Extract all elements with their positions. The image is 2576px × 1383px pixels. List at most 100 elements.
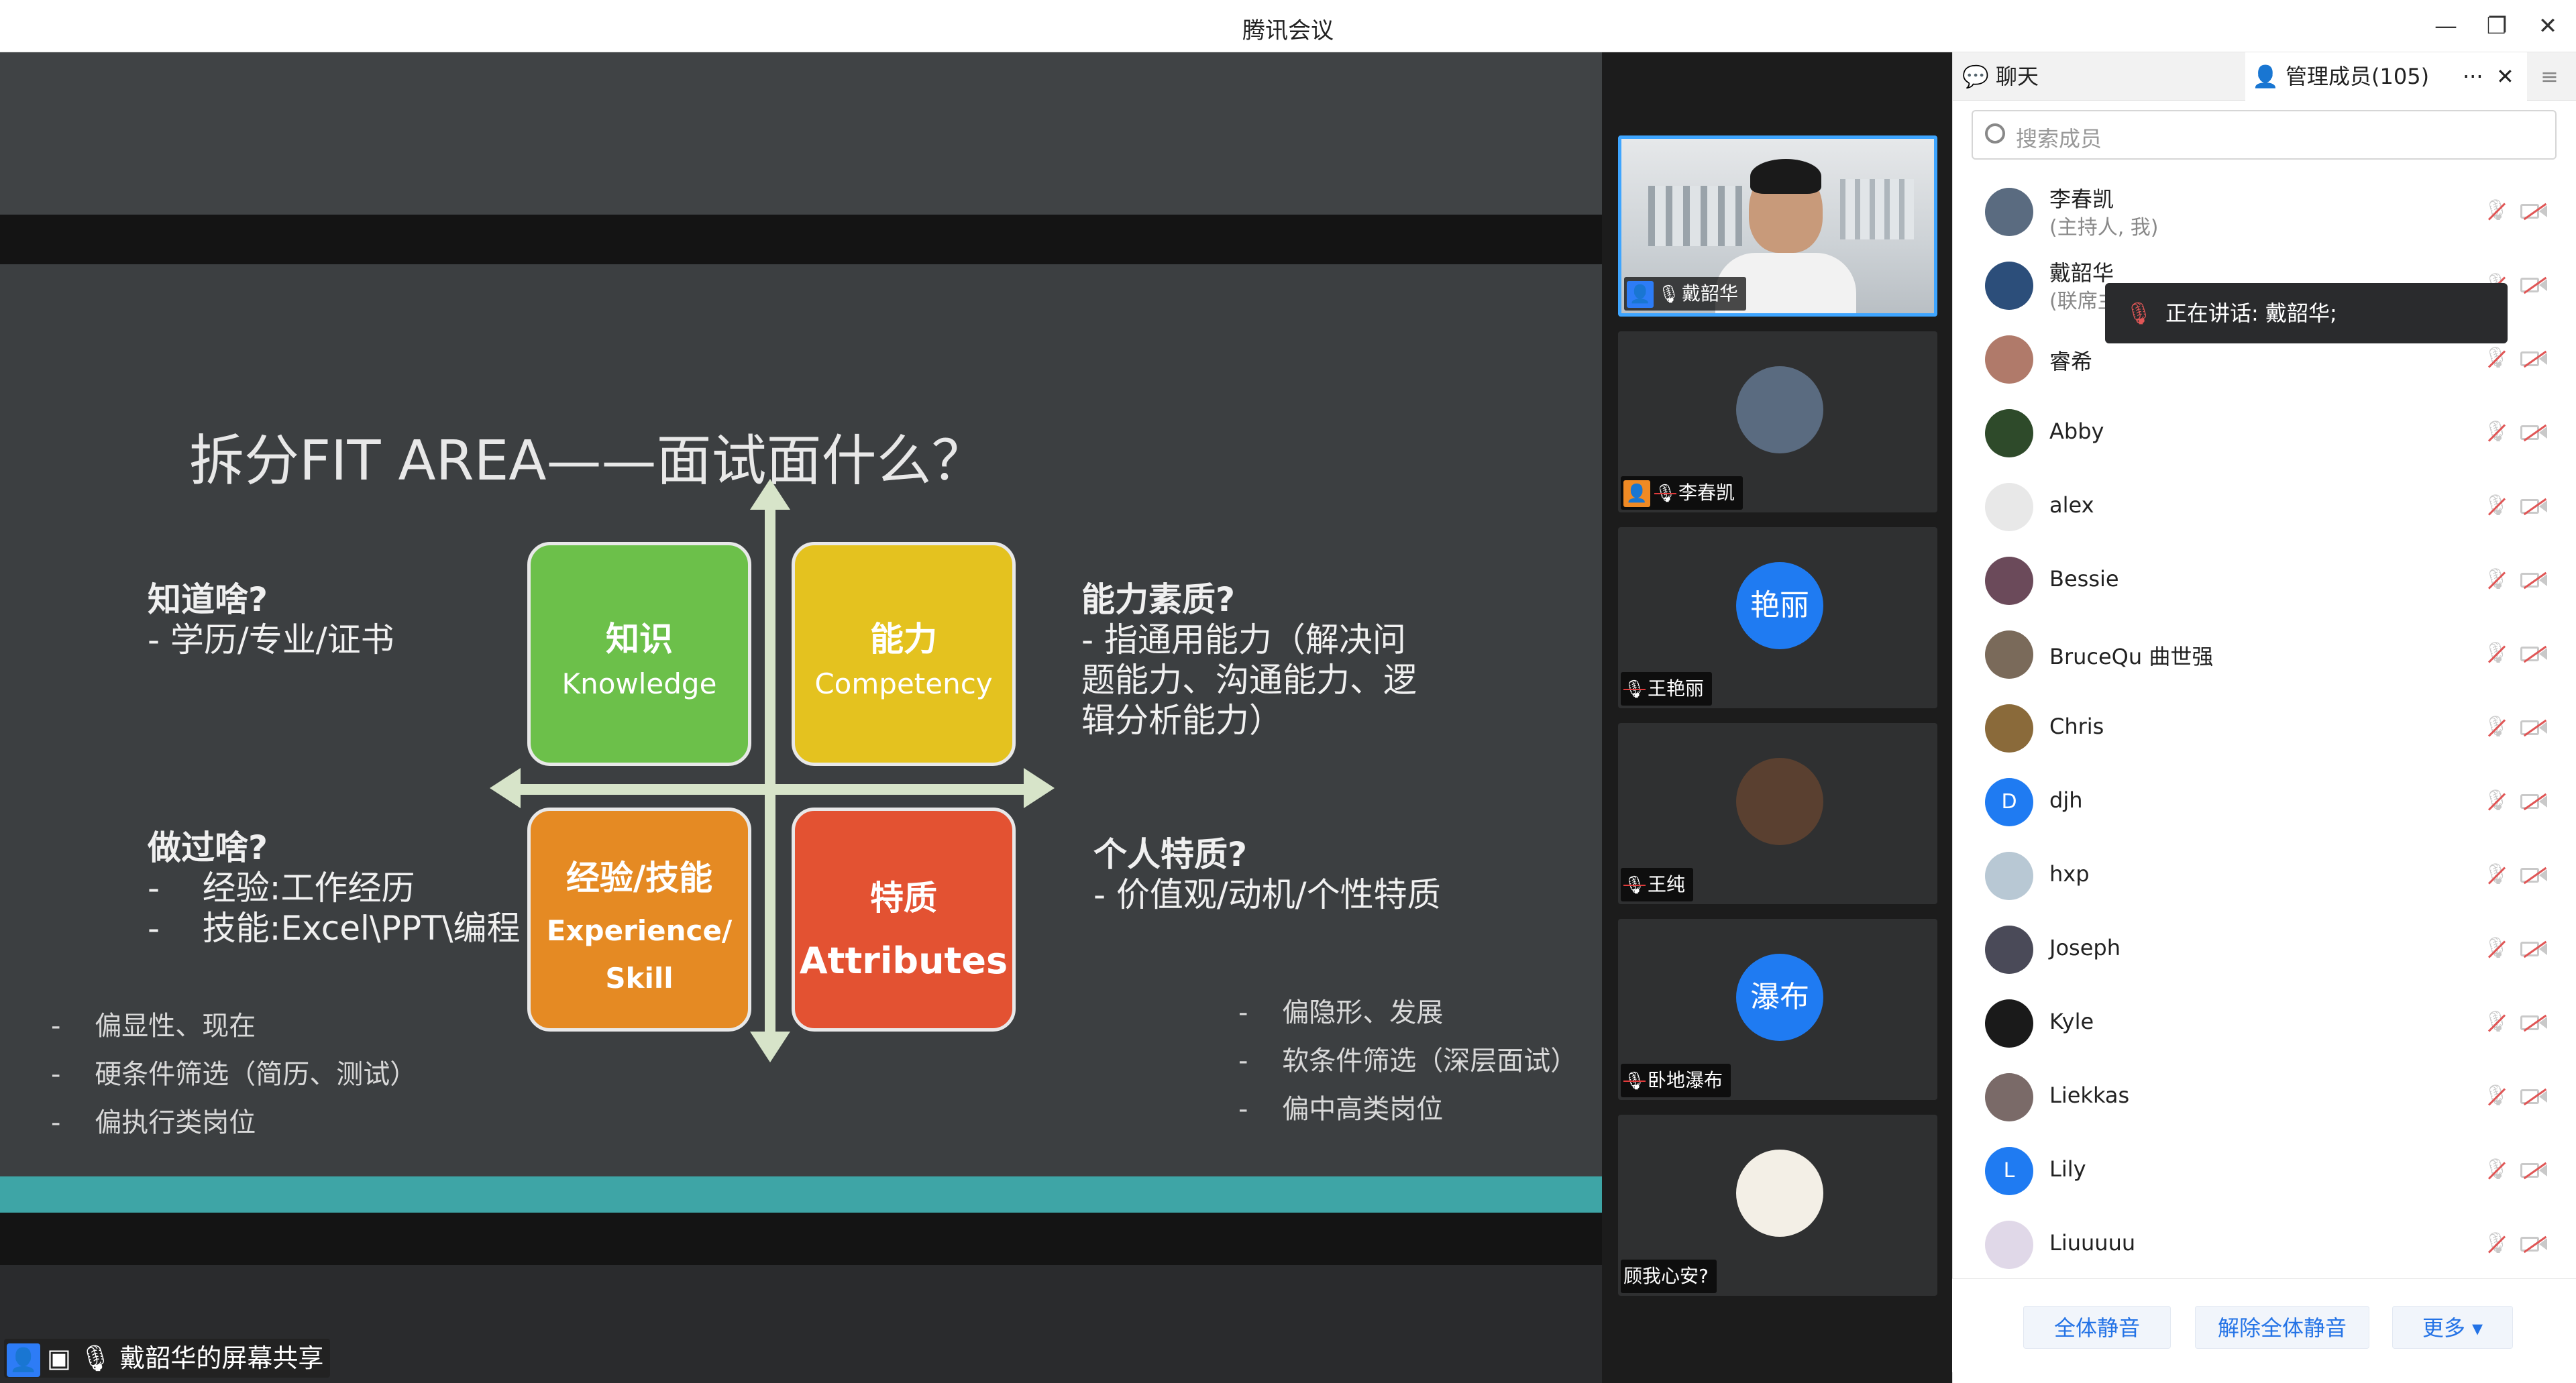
unmute-all-button[interactable]: 解除全体静音: [2195, 1306, 2369, 1349]
camera-off-icon[interactable]: [2520, 496, 2548, 516]
camera-off-icon[interactable]: [2520, 939, 2548, 959]
arrow-down-icon: [750, 1032, 790, 1062]
member-row[interactable]: Chris 🎙: [1953, 691, 2576, 765]
mic-muted-icon[interactable]: 🎙: [2483, 494, 2510, 520]
mic-muted-icon[interactable]: 🎙: [2483, 863, 2510, 889]
camera-off-icon[interactable]: [2520, 570, 2548, 590]
more-icon[interactable]: ···: [2463, 52, 2489, 101]
camera-off-icon[interactable]: [2520, 201, 2548, 221]
camera-off-icon[interactable]: [2520, 718, 2548, 738]
mic-muted-icon[interactable]: 🎙: [2483, 1084, 2510, 1111]
restore-button[interactable]: ❐: [2477, 9, 2517, 43]
arrow-right-icon: [1024, 768, 1055, 808]
member-name: Joseph: [2049, 935, 2121, 960]
camera-off-icon[interactable]: [2520, 1160, 2548, 1180]
vertical-axis: [765, 509, 775, 1046]
left-bottom-text: 做过啥? - 经验:工作经历 - 技能:Excel\PPT\编程: [148, 828, 521, 948]
mic-muted-icon[interactable]: 🎙: [2483, 1231, 2510, 1258]
tile-name: 🎙 王艳丽: [1621, 672, 1713, 706]
member-name: BruceQu 曲世强: [2049, 644, 2214, 669]
mic-muted-icon: 🎙: [1623, 679, 1646, 700]
avatar: [1736, 1150, 1823, 1237]
mic-muted-icon[interactable]: 🎙: [2483, 346, 2510, 373]
avatar: [1985, 1221, 2033, 1269]
video-tile[interactable]: 顾我心安?: [1618, 1115, 1937, 1296]
mic-muted-icon[interactable]: 🎙: [2483, 789, 2510, 816]
camera-off-icon[interactable]: [2520, 791, 2548, 812]
quadrant-experience: 经验/技能 Experience/ Skill: [527, 808, 751, 1032]
side-panel: 💬 聊天 👤 管理成员(105) ··· ✕ ≡ 搜索成员 李春凯 (主持人, 我…: [1952, 52, 2576, 1383]
avatar: 瀑布: [1736, 954, 1823, 1041]
members-icon: 👤: [2252, 64, 2286, 89]
member-name: alex: [2049, 492, 2094, 518]
camera-off-icon[interactable]: [2520, 644, 2548, 664]
mic-muted-icon: 🎙: [1623, 1071, 1646, 1091]
camera-off-icon[interactable]: [2520, 423, 2548, 443]
camera-off-icon[interactable]: [2520, 1087, 2548, 1107]
menu-icon[interactable]: ≡: [2540, 52, 2567, 101]
panel-footer: 全体静音 解除全体静音 更多 ▾: [1952, 1278, 2576, 1372]
tile-name: 🎙 王纯: [1621, 868, 1694, 901]
avatar: 艳丽: [1736, 562, 1823, 649]
member-row[interactable]: 李春凯 (主持人, 我) 🎙: [1953, 174, 2576, 248]
tile-name: 顾我心安?: [1621, 1260, 1717, 1293]
avatar: [1985, 409, 2033, 457]
mute-all-button[interactable]: 全体静音: [2023, 1306, 2171, 1349]
member-row[interactable]: hxp 🎙: [1953, 838, 2576, 912]
member-row[interactable]: Ddjh 🎙: [1953, 765, 2576, 838]
camera-off-icon[interactable]: [2520, 1013, 2548, 1033]
minimize-button[interactable]: —: [2426, 9, 2466, 43]
member-row[interactable]: Kyle 🎙: [1953, 986, 2576, 1060]
mic-muted-icon[interactable]: 🎙: [2483, 199, 2510, 225]
member-row[interactable]: Abby 🎙: [1953, 396, 2576, 469]
avatar: [1985, 188, 2033, 236]
member-row[interactable]: Joseph 🎙: [1953, 912, 2576, 986]
member-name: 戴韶华: [2049, 260, 2114, 286]
mic-muted-icon[interactable]: 🎙: [2483, 936, 2510, 963]
search-input[interactable]: 搜索成员: [1972, 110, 2557, 160]
close-panel-icon[interactable]: ✕: [2496, 52, 2523, 101]
video-tile[interactable]: 👤 🎙 李春凯: [1618, 331, 1937, 512]
right-notes: - 偏隐形、发展 - 软条件筛选（深层面试） - 偏中高类岗位: [1238, 997, 1578, 1125]
avatar: [1985, 999, 2033, 1048]
avatar: [1985, 335, 2033, 384]
mic-muted-icon[interactable]: 🎙: [2483, 1010, 2510, 1037]
video-tile[interactable]: 👤 🎙 戴韶华: [1618, 135, 1937, 317]
close-button[interactable]: ✕: [2528, 9, 2568, 43]
mic-muted-icon[interactable]: 🎙: [2483, 715, 2510, 742]
quadrant-knowledge: 知识 Knowledge: [527, 542, 751, 766]
member-row[interactable]: alex 🎙: [1953, 469, 2576, 543]
more-button[interactable]: 更多 ▾: [2392, 1306, 2513, 1349]
screen-share-label[interactable]: 👤 ▣ 🎙 戴韶华的屏幕共享: [4, 1339, 331, 1378]
search-placeholder: 搜索成员: [2016, 126, 2102, 152]
mic-muted-icon[interactable]: 🎙: [2483, 641, 2510, 668]
mic-muted-icon[interactable]: 🎙: [2483, 567, 2510, 594]
left-top-text: 知道啥? - 学历/专业/证书: [148, 580, 394, 659]
member-name: Bessie: [2049, 566, 2119, 592]
member-row[interactable]: Liuuuuu 🎙: [1953, 1207, 2576, 1281]
member-row[interactable]: Bessie 🎙: [1953, 543, 2576, 617]
video-tile[interactable]: 🎙 王纯: [1618, 723, 1937, 904]
right-top-text: 能力素质? - 指通用能力（解决问 题能力、沟通能力、逻 辑分析能力）: [1081, 580, 1417, 740]
video-tile[interactable]: 瀑布 🎙 卧地瀑布: [1618, 919, 1937, 1100]
video-tile[interactable]: 艳丽 🎙 王艳丽: [1618, 527, 1937, 708]
camera-off-icon[interactable]: [2520, 275, 2548, 295]
member-name: Chris: [2049, 714, 2104, 739]
camera-off-icon[interactable]: [2520, 865, 2548, 885]
slide: 拆分FIT AREA——面试面什么？ 知识 Knowledge 能力 Compe…: [0, 264, 1602, 1176]
tab-chat[interactable]: 💬 聊天: [1962, 52, 2039, 101]
quadrant-attributes: 特质 Attributes: [792, 808, 1016, 1032]
mic-muted-icon[interactable]: 🎙: [2483, 420, 2510, 447]
shared-screen: 拆分FIT AREA——面试面什么？ 知识 Knowledge 能力 Compe…: [0, 52, 1602, 1383]
member-row[interactable]: Liekkas 🎙: [1953, 1060, 2576, 1133]
member-row[interactable]: BruceQu 曲世强 🎙: [1953, 617, 2576, 691]
member-name: Liuuuuu: [2049, 1230, 2136, 1256]
mic-muted-icon[interactable]: 🎙: [2483, 1158, 2510, 1184]
camera-off-icon[interactable]: [2520, 349, 2548, 369]
mic-muted-icon: 🎙: [1654, 484, 1677, 504]
camera-off-icon[interactable]: [2520, 1234, 2548, 1254]
mic-on-icon: 🎙: [1658, 284, 1680, 305]
arrow-up-icon: [750, 479, 790, 510]
avatar: [1736, 758, 1823, 845]
member-row[interactable]: L Lily 🎙: [1953, 1133, 2576, 1207]
